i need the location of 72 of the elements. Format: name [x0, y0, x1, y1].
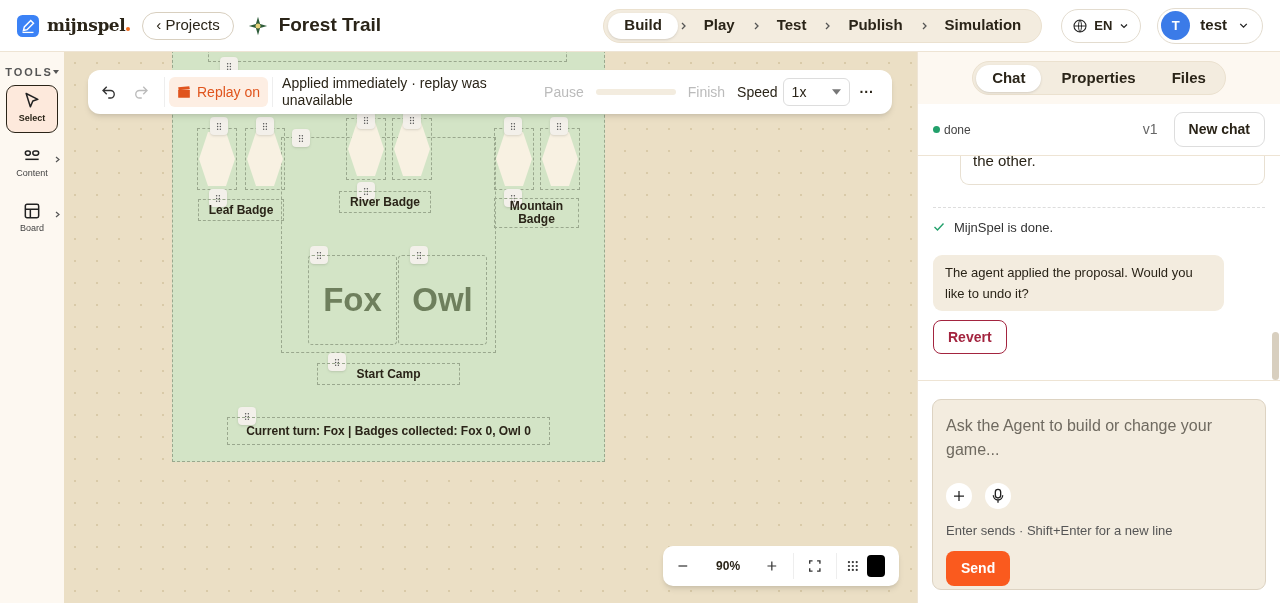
speed-label: Speed [737, 82, 778, 102]
panel-tab[interactable]: Files [1155, 64, 1222, 92]
system-message: MijnSpel is done. [954, 218, 1053, 237]
hexagon-token [542, 131, 578, 187]
globe-icon [1072, 17, 1089, 34]
tool-button[interactable]: Board [6, 194, 58, 243]
step-tab[interactable]: Build [608, 12, 678, 39]
chevron-icon [824, 21, 831, 30]
hexagon-token [496, 131, 532, 187]
composer-hint: Enter sends · Shift+Enter for a new line [946, 522, 1174, 540]
panel-tab[interactable]: Chat [976, 64, 1042, 92]
brand-name: mijnspel [47, 13, 126, 37]
project-title: Forest Trail [278, 13, 382, 38]
new-chat-button[interactable]: New chat [1173, 112, 1265, 147]
step-tab[interactable]: Simulation [928, 12, 1038, 39]
fullscreen-icon[interactable] [808, 559, 822, 573]
start-space: Start Camp [317, 363, 460, 385]
grid-dots-icon[interactable] [846, 560, 859, 572]
chevron-icon [920, 21, 927, 30]
tools-heading: TOOLS [5, 65, 53, 80]
badge-label: River Badge [339, 191, 431, 213]
hexagon-token [348, 121, 384, 177]
drag-handle-icon [328, 353, 346, 371]
plus-icon[interactable] [765, 560, 778, 572]
hexagon-token [394, 121, 430, 177]
logo-icon [17, 14, 39, 37]
avatar: T [1161, 11, 1191, 40]
drag-handle-icon [238, 407, 256, 425]
user-message: the other. [960, 156, 1265, 185]
scrollbar-thumb [1272, 332, 1279, 380]
clapperboard-icon [177, 85, 191, 99]
version-label: v1 [1142, 120, 1158, 139]
drag-handle-icon [209, 189, 227, 207]
status-text: Current turn: Fox | Badges collected: Fox 0, Owl 0 [227, 417, 550, 445]
hexagon-token [247, 131, 283, 187]
panel-tab[interactable]: Properties [1045, 64, 1152, 92]
undo-icon[interactable] [100, 83, 118, 101]
revert-button[interactable]: Revert [933, 320, 1007, 354]
player-token: Fox [308, 255, 397, 345]
hexagon-token [199, 131, 235, 187]
zoom-level: 90% [715, 558, 742, 575]
drag-handle-icon [504, 117, 522, 135]
drag-handle-icon [410, 246, 428, 264]
player-token: Owl [398, 255, 487, 345]
message-input[interactable]: Ask the Agent to build or change your game... [946, 414, 1252, 464]
chevron-icon [752, 21, 759, 30]
chevron-icon [55, 210, 60, 218]
tool-button[interactable]: Content [6, 139, 58, 188]
step-tab[interactable]: Test [760, 12, 823, 39]
caret-icon [831, 89, 841, 95]
drag-handle-icon [550, 117, 568, 135]
status-message: Applied immediately · replay was unavailable [282, 75, 488, 109]
speed-select[interactable]: 1x [782, 78, 850, 106]
drag-handle-icon [292, 129, 310, 147]
caret-icon [52, 70, 59, 75]
microphone-icon[interactable] [985, 483, 1011, 509]
badge-label: Mountain Badge [494, 198, 579, 228]
chevron-icon [679, 21, 686, 30]
chevron-icon [55, 155, 60, 163]
drag-handle-icon [256, 117, 274, 135]
step-tab[interactable]: Play [687, 12, 751, 39]
badge-label: Leaf Badge [198, 199, 284, 221]
agent-message: The agent applied the proposal. Would you like to undo it? [933, 255, 1224, 311]
check-icon [933, 221, 945, 234]
color-swatch[interactable] [866, 555, 885, 577]
step-tab[interactable]: Publish [832, 12, 919, 39]
drag-handle-icon [210, 117, 228, 135]
status-label: done [944, 121, 971, 139]
plus-icon[interactable] [946, 483, 972, 509]
more-button[interactable]: ··· [859, 81, 874, 103]
tool-button[interactable]: Select [6, 84, 58, 133]
drag-handle-icon [310, 246, 328, 264]
